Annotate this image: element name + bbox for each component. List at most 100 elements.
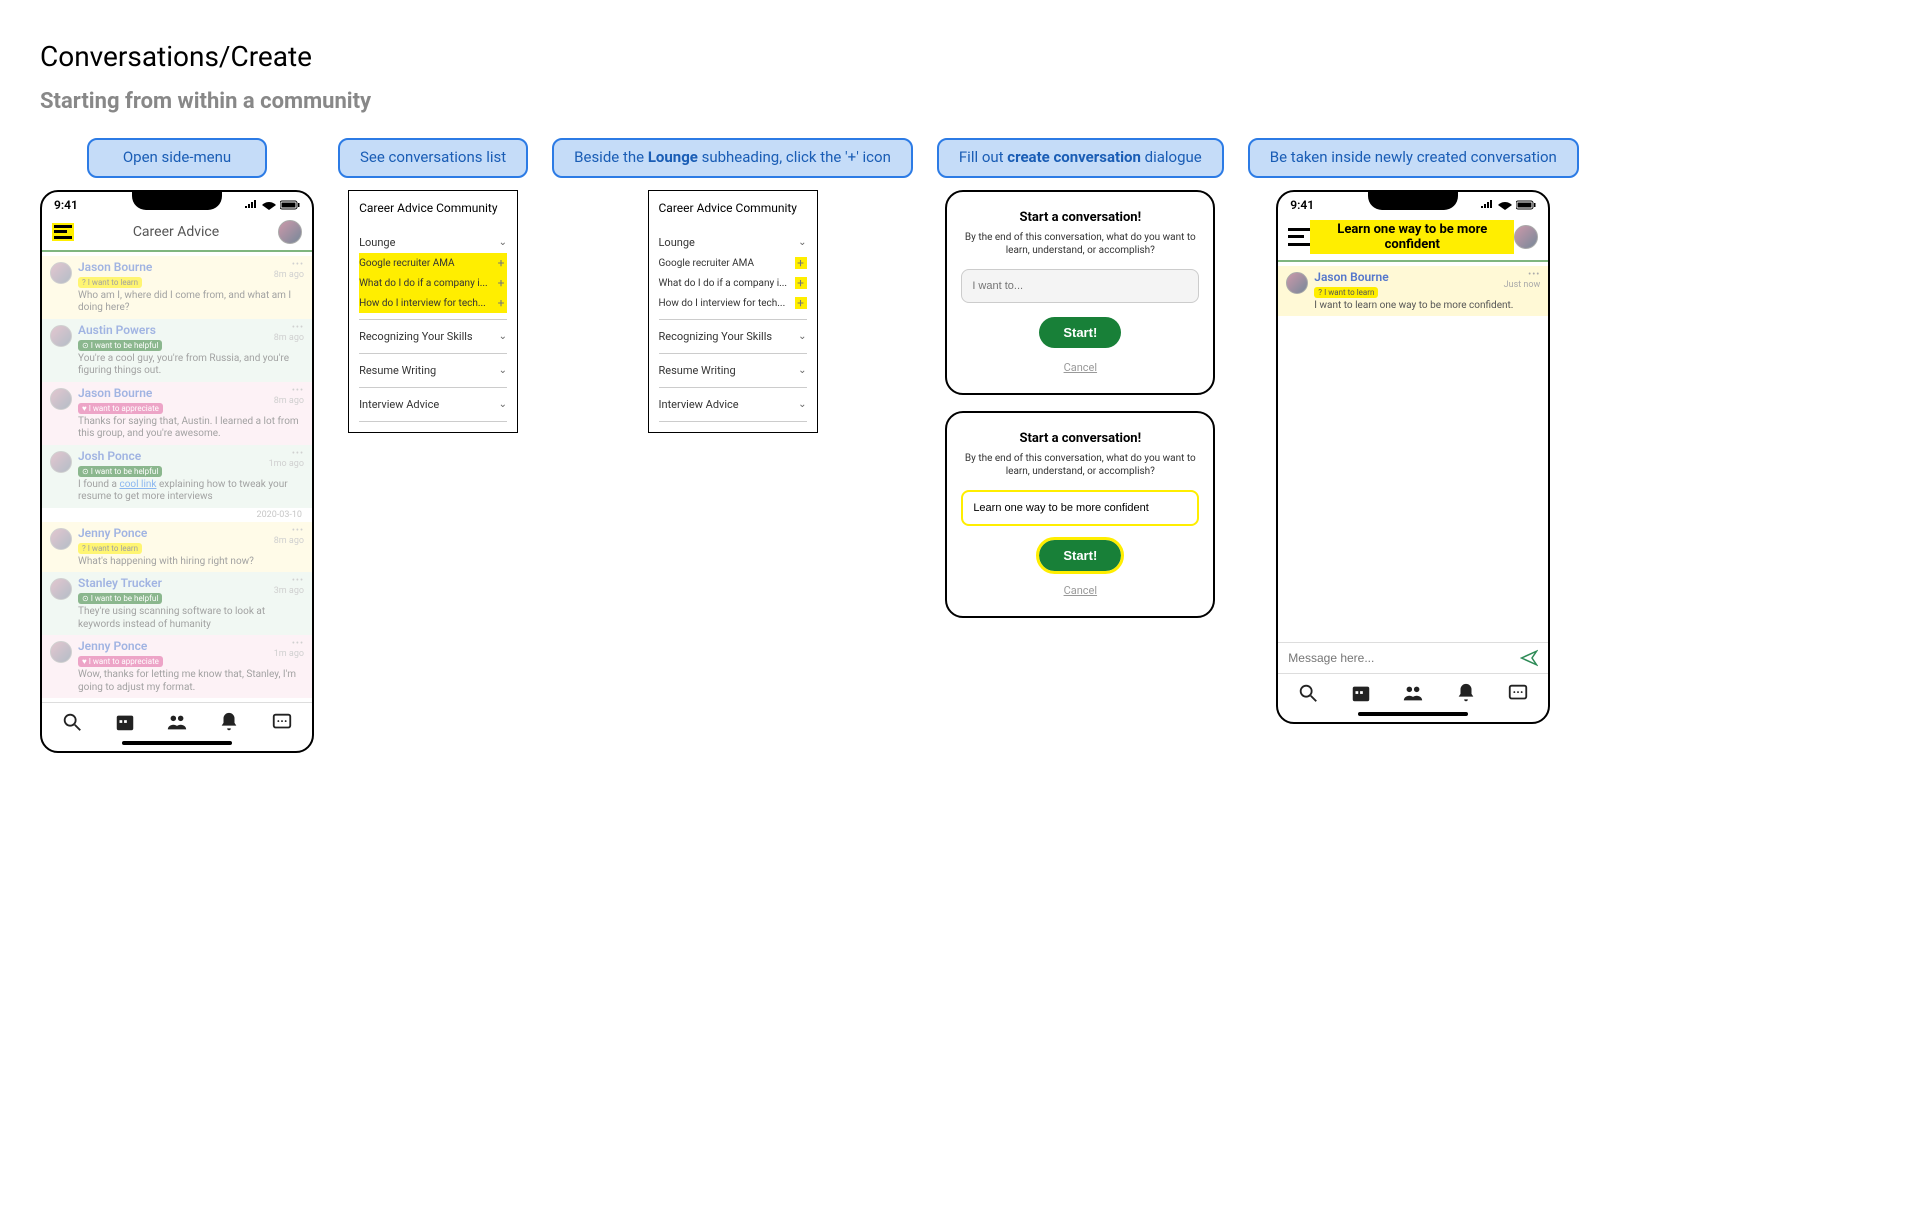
page-subtitle: Starting from within a community bbox=[40, 89, 1873, 114]
message-meta: •••3m ago bbox=[274, 576, 304, 596]
cancel-link[interactable]: Cancel bbox=[1064, 361, 1097, 374]
topbar-title-highlight: Learn one way to be more confident bbox=[1310, 220, 1514, 254]
message-text: You're a cool guy, you're from Russia, a… bbox=[78, 353, 304, 378]
dialog-subtitle: By the end of this conversation, what do… bbox=[961, 452, 1199, 478]
send-icon[interactable] bbox=[1520, 649, 1538, 667]
people-icon[interactable] bbox=[166, 711, 188, 733]
start-button[interactable]: Start! bbox=[1039, 317, 1121, 348]
panel-item[interactable]: Google recruiter AMA+ bbox=[659, 253, 807, 273]
more-icon[interactable]: ••• bbox=[269, 449, 304, 459]
message-meta: •••8m ago bbox=[274, 323, 304, 343]
panel-item[interactable]: What do I do if a company i...+ bbox=[359, 273, 507, 293]
plus-icon[interactable]: + bbox=[795, 297, 807, 309]
more-icon[interactable]: ••• bbox=[274, 526, 304, 536]
message-author: Jason Bourne bbox=[78, 386, 304, 400]
message-text: Wow, thanks for letting me know that, St… bbox=[78, 669, 304, 694]
plus-icon[interactable]: + bbox=[795, 257, 807, 269]
chat-icon[interactable] bbox=[1507, 682, 1529, 704]
message-item[interactable]: Jason Bourne? I want to learnWho am I, w… bbox=[42, 256, 312, 319]
panel-item[interactable]: How do I interview for tech...+ bbox=[359, 293, 507, 313]
panel-section-header[interactable]: Recognizing Your Skills⌄ bbox=[659, 326, 807, 347]
panel-section-header[interactable]: Interview Advice⌄ bbox=[359, 394, 507, 415]
hamburger-icon[interactable] bbox=[52, 223, 74, 241]
home-indicator bbox=[1358, 712, 1468, 716]
avatar[interactable] bbox=[1514, 225, 1538, 249]
panel-item[interactable]: What do I do if a company i...+ bbox=[659, 273, 807, 293]
calendar-icon[interactable] bbox=[1350, 682, 1372, 704]
message-item[interactable]: Jason Bourne ? I want to learn I want to… bbox=[1278, 266, 1548, 317]
panel-section-header[interactable]: Resume Writing⌄ bbox=[659, 360, 807, 381]
search-icon[interactable] bbox=[61, 711, 83, 733]
chevron-down-icon: ⌄ bbox=[798, 331, 806, 342]
dialog-input-filled[interactable] bbox=[961, 490, 1199, 526]
avatar bbox=[50, 451, 72, 473]
message-item[interactable]: Austin Powers⊙ I want to be helpfulYou'r… bbox=[42, 319, 312, 382]
more-icon[interactable]: ••• bbox=[274, 639, 304, 649]
message-meta: •••8m ago bbox=[274, 260, 304, 280]
message-meta: •••8m ago bbox=[274, 386, 304, 406]
step-label-2: See conversations list bbox=[338, 138, 528, 178]
more-icon[interactable]: ••• bbox=[274, 576, 304, 586]
panel-section-header[interactable]: Lounge⌄ bbox=[659, 232, 807, 253]
panel-section-header[interactable]: Recognizing Your Skills⌄ bbox=[359, 326, 507, 347]
avatar bbox=[50, 325, 72, 347]
plus-icon[interactable]: + bbox=[495, 257, 507, 269]
message-input-row bbox=[1278, 642, 1548, 673]
panel-title: Career Advice Community bbox=[359, 201, 507, 217]
avatar bbox=[50, 641, 72, 663]
cancel-link[interactable]: Cancel bbox=[1064, 584, 1097, 597]
panel-section-header[interactable]: Interview Advice⌄ bbox=[659, 394, 807, 415]
message-author: Stanley Trucker bbox=[78, 576, 304, 590]
more-icon[interactable]: ••• bbox=[1504, 270, 1541, 280]
hamburger-icon[interactable] bbox=[1288, 228, 1310, 246]
chevron-down-icon: ⌄ bbox=[499, 237, 507, 248]
plus-icon[interactable]: + bbox=[795, 277, 807, 289]
message-author: Jenny Ponce bbox=[78, 639, 304, 653]
dialog-input-empty[interactable] bbox=[961, 269, 1199, 303]
side-panel-2: Career Advice Community Lounge⌄Google re… bbox=[648, 190, 818, 434]
panel-item[interactable]: Google recruiter AMA+ bbox=[359, 253, 507, 273]
bell-icon[interactable] bbox=[218, 711, 240, 733]
chat-icon[interactable] bbox=[271, 711, 293, 733]
message-input[interactable] bbox=[1288, 651, 1520, 665]
avatar bbox=[50, 388, 72, 410]
message-item[interactable]: Stanley Trucker⊙ I want to be helpfulThe… bbox=[42, 572, 312, 635]
date-divider: 2020-03-10 bbox=[42, 508, 312, 522]
avatar[interactable] bbox=[278, 220, 302, 244]
messages-area[interactable]: Jason Bourne? I want to learnWho am I, w… bbox=[42, 252, 312, 703]
chevron-down-icon: ⌄ bbox=[499, 399, 507, 410]
create-dialog-empty: Start a conversation! By the end of this… bbox=[945, 190, 1215, 395]
message-item[interactable]: Jenny Ponce? I want to learnWhat's happe… bbox=[42, 522, 312, 573]
create-dialog-filled: Start a conversation! By the end of this… bbox=[945, 411, 1215, 618]
message-author: Jenny Ponce bbox=[78, 526, 304, 540]
panel-item[interactable]: How do I interview for tech...+ bbox=[659, 293, 807, 313]
tabbar bbox=[1278, 673, 1548, 708]
message-meta: •••8m ago bbox=[274, 526, 304, 546]
topbar-title: Career Advice bbox=[74, 224, 278, 240]
message-author: Austin Powers bbox=[78, 323, 304, 337]
status-indicators bbox=[1480, 200, 1536, 210]
message-author: Jason Bourne bbox=[78, 260, 304, 274]
panel-section-header[interactable]: Resume Writing⌄ bbox=[359, 360, 507, 381]
more-icon[interactable]: ••• bbox=[274, 323, 304, 333]
panel-section-header[interactable]: Lounge⌄ bbox=[359, 232, 507, 253]
phone-screen-5: 9:41 Learn one way to be more confident bbox=[1276, 190, 1550, 724]
message-item[interactable]: Jenny Ponce♥ I want to appreciateWow, th… bbox=[42, 635, 312, 698]
tabbar bbox=[42, 702, 312, 737]
statusbar: 9:41 bbox=[1278, 192, 1548, 214]
more-icon[interactable]: ••• bbox=[274, 386, 304, 396]
start-button-highlighted[interactable]: Start! bbox=[1039, 540, 1121, 571]
bell-icon[interactable] bbox=[1455, 682, 1477, 704]
message-text: I want to learn one way to be more confi… bbox=[1314, 300, 1540, 313]
plus-icon[interactable]: + bbox=[495, 277, 507, 289]
message-item[interactable]: Josh Ponce⊙ I want to be helpfulI found … bbox=[42, 445, 312, 508]
message-item[interactable]: Jason Bourne♥ I want to appreciateThanks… bbox=[42, 382, 312, 445]
messages-area[interactable]: Jason Bourne ? I want to learn I want to… bbox=[1278, 262, 1548, 642]
more-icon[interactable]: ••• bbox=[274, 260, 304, 270]
plus-icon[interactable]: + bbox=[495, 297, 507, 309]
people-icon[interactable] bbox=[1402, 682, 1424, 704]
calendar-icon[interactable] bbox=[114, 711, 136, 733]
message-text: They're using scanning software to look … bbox=[78, 606, 304, 631]
search-icon[interactable] bbox=[1297, 682, 1319, 704]
message-tag: ? I want to learn bbox=[78, 277, 142, 288]
